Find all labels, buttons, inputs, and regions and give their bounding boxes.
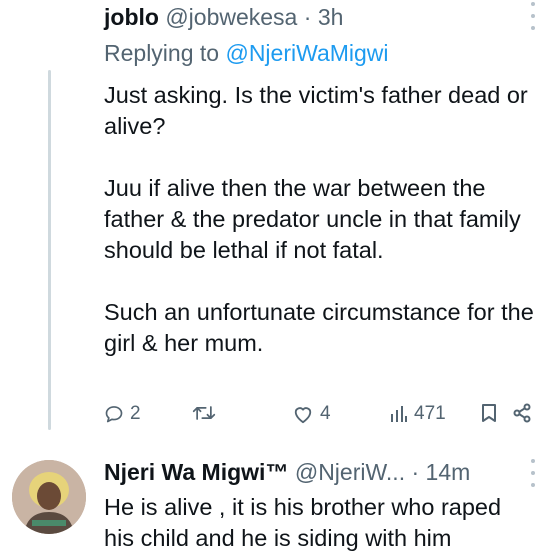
bookmark-icon (482, 404, 496, 422)
reply-button[interactable]: 2 (104, 403, 141, 425)
retweet-button[interactable] (192, 403, 222, 423)
separator: · (303, 4, 312, 30)
tweet-paragraph: He is alive , it is his brother who rape… (104, 494, 502, 551)
retweet-icon (192, 406, 216, 420)
replying-prefix: Replying to (104, 40, 226, 66)
mention-link[interactable]: @NjeriWaMigwi (225, 40, 388, 66)
author-handle[interactable]: @NjeriW... (295, 459, 405, 485)
like-button[interactable]: 4 (292, 403, 331, 425)
more-icon[interactable] (530, 2, 536, 30)
author-name[interactable]: Njeri Wa Migwi™ (104, 459, 288, 485)
tweet-time[interactable]: 14m (426, 459, 471, 485)
separator: · (411, 459, 420, 485)
tweet-paragraph: Just asking. Is the victim's father dead… (104, 82, 528, 139)
author-handle[interactable]: @jobwekesa (165, 4, 297, 30)
view-count: 471 (414, 403, 446, 424)
like-count: 4 (320, 403, 331, 424)
heart-icon (294, 407, 312, 424)
share-button[interactable] (512, 403, 532, 423)
views-icon (391, 406, 407, 422)
tweet-text: He is alive , it is his brother who rape… (104, 492, 536, 554)
reply-tweet[interactable]: joblo @jobwekesa · 3h Replying to @Njeri… (0, 0, 550, 445)
tweet-time[interactable]: 3h (318, 4, 344, 30)
tweet-paragraph: Juu if alive then the war between the fa… (104, 175, 521, 263)
avatar-image (12, 460, 86, 534)
tweet-header: joblo @jobwekesa · 3h (104, 4, 540, 31)
action-bar: 2 4 471 (104, 403, 540, 429)
bookmark-button[interactable] (480, 403, 498, 423)
avatar[interactable] (12, 460, 86, 534)
share-icon (513, 403, 531, 423)
author-name[interactable]: joblo (104, 4, 159, 30)
reply-count: 2 (130, 403, 141, 424)
replying-to: Replying to @NjeriWaMigwi (104, 40, 389, 67)
tweet-paragraph: Such an unfortunate circumstance for the… (104, 299, 534, 356)
views-button[interactable]: 471 (390, 403, 446, 425)
more-icon[interactable] (530, 459, 536, 487)
tweet-header: Njeri Wa Migwi™ @NjeriW... · 14m (104, 459, 540, 486)
reply-icon (105, 406, 123, 423)
tweet-text: Just asking. Is the victim's father dead… (104, 80, 536, 359)
